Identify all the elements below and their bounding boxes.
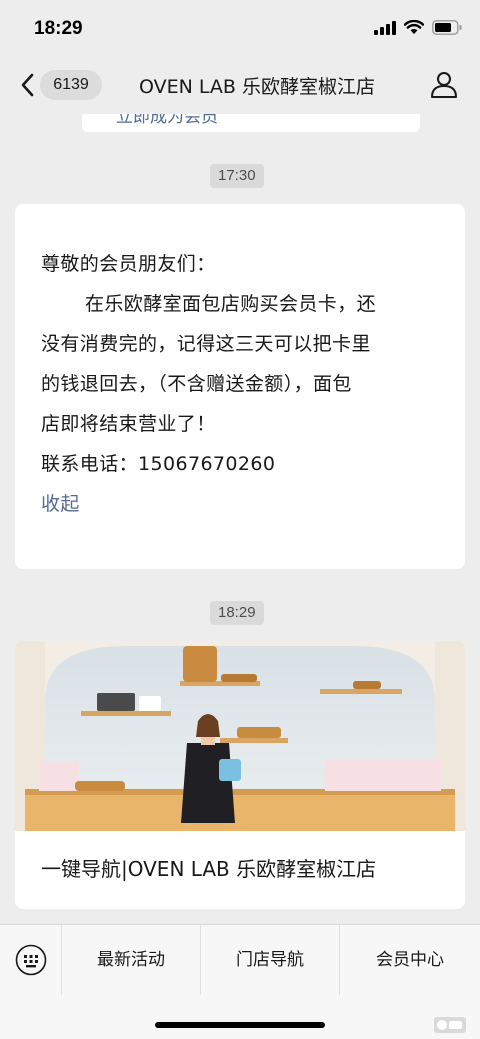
article-card[interactable]: 一键导航|OVEN LAB 乐欧酵室椒江店 [15, 641, 465, 909]
message-line: 店即将结束营业了！ [41, 413, 216, 435]
keyboard-icon [15, 944, 47, 976]
menu-latest-events[interactable]: 最新活动 [62, 925, 201, 995]
chat-header: 6139 OVEN LAB 乐欧酵室椒江店 [0, 56, 480, 114]
status-time: 18:29 [34, 18, 83, 39]
home-indicator[interactable] [155, 1022, 325, 1028]
message-timestamp: 17:30 [210, 164, 264, 188]
chat-message-list[interactable]: 立即成为会员 17:30 尊敬的会员朋友们： 在乐欧酵室面包店购买会员卡，还 没… [0, 114, 480, 924]
previous-message-card[interactable]: 立即成为会员 [82, 114, 420, 132]
menu-member-center[interactable]: 会员中心 [340, 925, 480, 995]
message-line: 没有消费完的，记得这三天可以把卡里 [41, 333, 371, 355]
back-arrow-icon[interactable] [18, 72, 38, 98]
battery-icon [432, 20, 462, 35]
article-cover-image [15, 641, 465, 831]
message-body: 尊敬的会员朋友们： 在乐欧酵室面包店购买会员卡，还 没有消费完的，记得这三天可以… [41, 244, 445, 524]
official-account-menu: 最新活动 门店导航 会员中心 [0, 924, 480, 1039]
collapse-link[interactable]: 收起 [41, 484, 445, 524]
message-line: 的钱退回去，（不含赠送金额），面包 [41, 373, 352, 395]
previous-card-link[interactable]: 立即成为会员 [116, 114, 218, 127]
status-icons [374, 20, 462, 35]
article-title[interactable]: 一键导航|OVEN LAB 乐欧酵室椒江店 [41, 853, 376, 882]
wifi-icon [404, 20, 424, 34]
cellular-signal-icon [374, 20, 396, 35]
keyboard-toggle-button[interactable] [0, 925, 62, 995]
message-line: 在乐欧酵室面包店购买会员卡，还 [85, 293, 377, 315]
chat-title: OVEN LAB 乐欧酵室椒江店 [139, 76, 375, 98]
text-message-card: 尊敬的会员朋友们： 在乐欧酵室面包店购买会员卡，还 没有消费完的，记得这三天可以… [15, 204, 465, 569]
unread-count-badge[interactable]: 6139 [40, 70, 102, 100]
contact-phone[interactable]: 联系电话：15067670260 [41, 444, 445, 484]
status-bar: 18:29 [0, 0, 480, 56]
menu-store-navigation[interactable]: 门店导航 [201, 925, 340, 995]
message-timestamp: 18:29 [210, 601, 264, 625]
message-greeting: 尊敬的会员朋友们： [41, 253, 216, 275]
profile-icon[interactable] [430, 70, 458, 98]
watermark-logo-icon [434, 1017, 466, 1033]
